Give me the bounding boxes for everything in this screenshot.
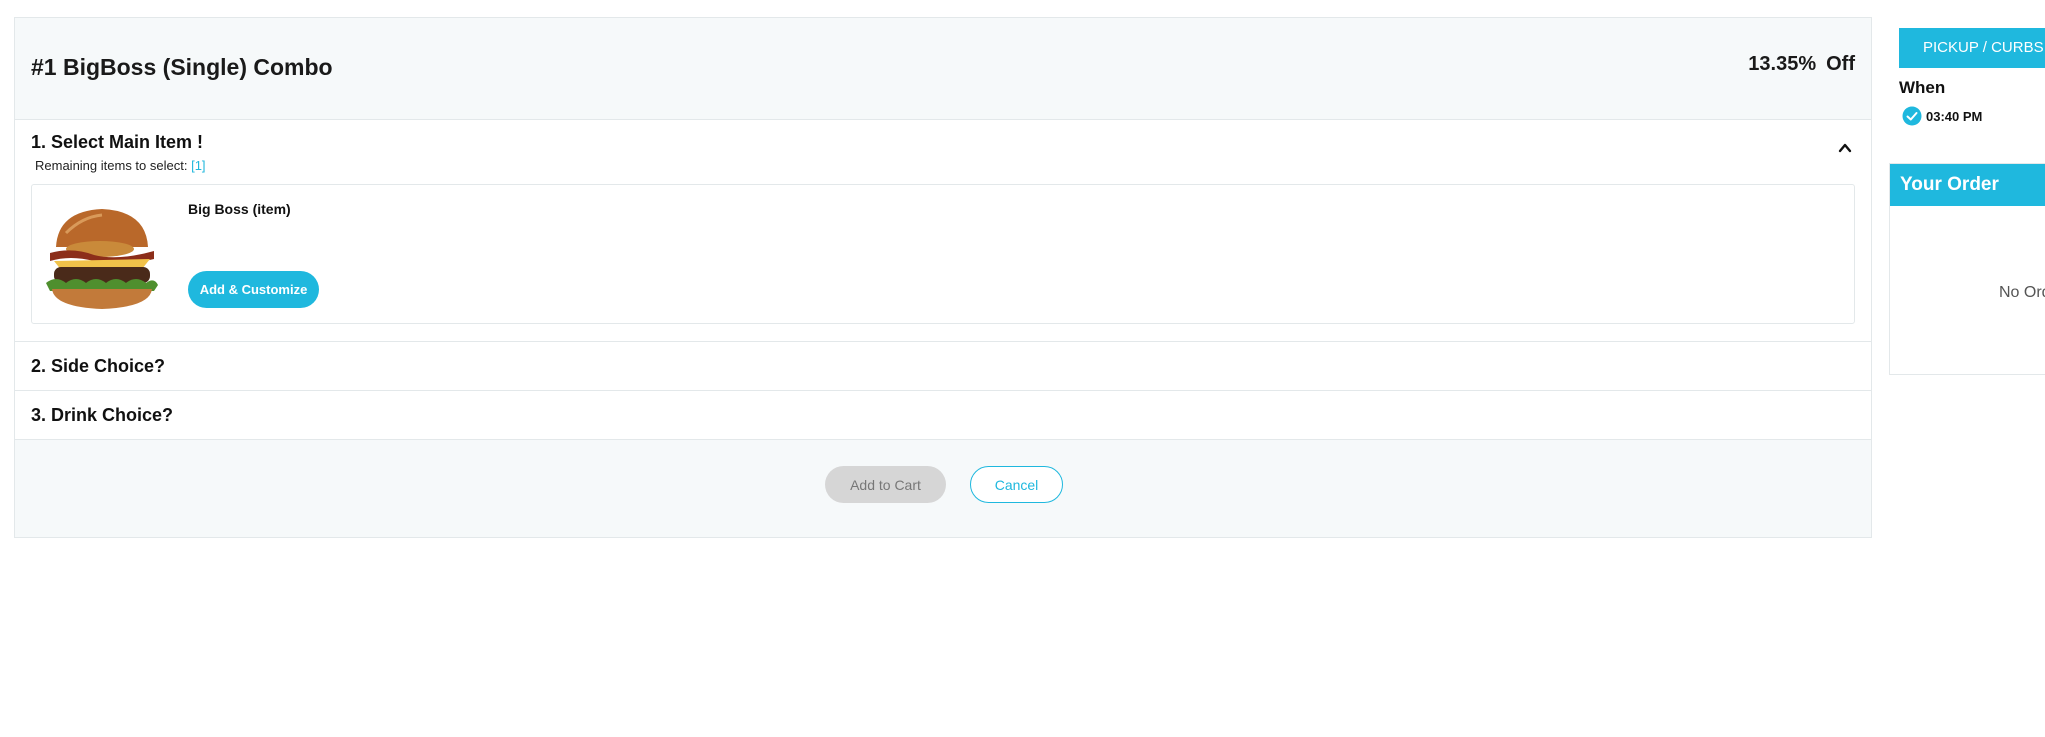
burger-image bbox=[46, 209, 158, 309]
remaining-count: [1] bbox=[191, 158, 206, 173]
remaining-label: Remaining items to select: bbox=[35, 158, 188, 173]
add-to-cart-button[interactable]: Add to Cart bbox=[825, 466, 946, 503]
add-customize-button[interactable]: Add & Customize bbox=[188, 271, 319, 308]
when-time[interactable]: 03:40 PM bbox=[1902, 106, 1982, 126]
section-title[interactable]: 3. Drink Choice? bbox=[31, 405, 173, 426]
footer-actions: Add to Cart Cancel bbox=[15, 440, 1871, 538]
item-card: Big Boss (item) Add & Customize bbox=[31, 184, 1855, 324]
order-title: Your Order bbox=[1890, 164, 2045, 206]
section-drink-choice[interactable]: 3. Drink Choice? bbox=[15, 391, 1871, 440]
discount-value: 13.35% bbox=[1748, 53, 1817, 75]
combo-discount: 13.35% Off bbox=[1748, 53, 1855, 76]
pickup-curbside-button[interactable]: PICKUP / CURBSIDE bbox=[1899, 28, 2045, 68]
order-empty-message: No Orders bbox=[1999, 284, 2045, 301]
when-time-value: 03:40 PM bbox=[1926, 108, 1983, 124]
order-panel: Your Order No Orders bbox=[1889, 163, 2045, 375]
combo-title: #1 BigBoss (Single) Combo bbox=[31, 54, 333, 80]
section-main-item[interactable]: 1. Select Main Item ! Remaining items to… bbox=[15, 120, 1871, 342]
item-name: Big Boss (item) bbox=[188, 201, 291, 217]
check-circle-icon bbox=[1902, 106, 1922, 126]
chevron-up-icon[interactable] bbox=[1837, 140, 1853, 156]
discount-label: Off bbox=[1826, 53, 1855, 75]
section-title[interactable]: 1. Select Main Item ! bbox=[31, 132, 203, 153]
section-title[interactable]: 2. Side Choice? bbox=[31, 356, 165, 377]
combo-header: #1 BigBoss (Single) Combo 13.35% Off bbox=[15, 18, 1871, 120]
combo-panel: #1 BigBoss (Single) Combo 13.35% Off 1. … bbox=[14, 17, 1872, 538]
section-side-choice[interactable]: 2. Side Choice? bbox=[15, 342, 1871, 391]
remaining-items: Remaining items to select: [1] bbox=[35, 158, 206, 173]
cancel-button[interactable]: Cancel bbox=[970, 466, 1063, 503]
when-label: When bbox=[1899, 78, 1946, 97]
